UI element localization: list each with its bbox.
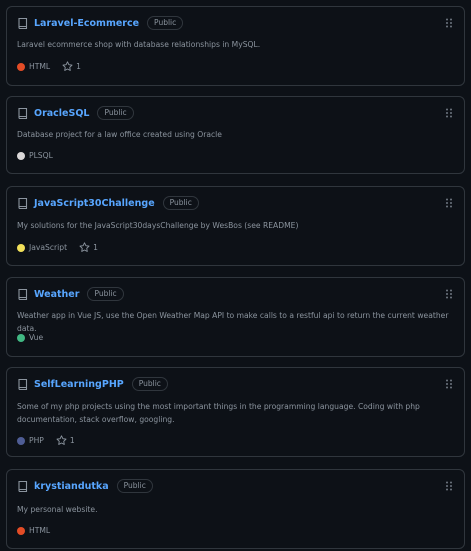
repo-card-header: JavaScript30Challenge Public xyxy=(17,196,199,210)
repo-card: SelfLearningPHP Public Some of my php pr… xyxy=(6,367,465,457)
stargazers-link[interactable]: 1 xyxy=(62,61,81,72)
repo-card: OracleSQL Public Database project for a … xyxy=(6,96,465,174)
repo-name-link[interactable]: JavaScript30Challenge xyxy=(34,198,155,209)
grip-icon[interactable] xyxy=(445,379,453,389)
repo-icon xyxy=(18,288,28,300)
star-count: 1 xyxy=(76,62,81,71)
repo-icon xyxy=(18,378,28,390)
visibility-badge: Public xyxy=(116,479,153,493)
repo-language: PHP xyxy=(29,436,44,445)
grip-icon[interactable] xyxy=(445,18,453,28)
visibility-badge: Public xyxy=(147,16,184,30)
repo-meta: HTML xyxy=(17,526,50,535)
star-icon xyxy=(62,61,73,71)
repo-description: My solutions for the JavaScript30daysCha… xyxy=(17,221,299,230)
repo-card: Weather Public Weather app in Vue JS, us… xyxy=(6,277,465,357)
repo-language: JavaScript xyxy=(29,243,68,252)
language-color-dot xyxy=(17,436,25,445)
repo-language: HTML xyxy=(29,62,51,71)
repo-card-header: SelfLearningPHP Public xyxy=(17,377,168,391)
repo-icon xyxy=(18,17,28,29)
repo-name-link[interactable]: Weather xyxy=(34,289,79,300)
repo-meta: PLSQL xyxy=(17,151,53,160)
repo-card-header: Weather Public xyxy=(17,287,124,301)
language-color-dot xyxy=(17,243,25,252)
star-count: 1 xyxy=(93,243,98,252)
repo-card-header: krystiandutka Public xyxy=(17,479,153,493)
star-icon xyxy=(79,242,90,252)
repo-icon xyxy=(18,480,28,492)
repo-description: My personal website. xyxy=(17,505,98,514)
visibility-badge: Public xyxy=(97,106,134,120)
repo-card: krystiandutka Public My personal website… xyxy=(6,469,465,549)
repo-description: Database project for a law office create… xyxy=(17,130,222,139)
language-color-dot xyxy=(17,526,25,535)
repo-language: PLSQL xyxy=(29,151,53,160)
repo-meta: JavaScript 1 xyxy=(17,242,98,253)
repo-language: HTML xyxy=(29,526,51,535)
grip-icon[interactable] xyxy=(445,481,453,491)
repo-name-link[interactable]: OracleSQL xyxy=(34,108,89,119)
stargazers-link[interactable]: 1 xyxy=(56,435,75,446)
repo-name-link[interactable]: krystiandutka xyxy=(34,481,109,492)
visibility-badge: Public xyxy=(87,287,124,301)
repo-description: Laravel ecommerce shop with database rel… xyxy=(17,40,261,49)
repo-meta: HTML 1 xyxy=(17,61,81,72)
grip-icon[interactable] xyxy=(445,289,453,299)
repo-meta: Vue xyxy=(17,333,43,342)
stargazers-link[interactable]: 1 xyxy=(79,242,98,253)
repo-card: Laravel-Ecommerce Public Laravel ecommer… xyxy=(6,6,465,86)
language-color-dot xyxy=(17,62,25,71)
repo-card: JavaScript30Challenge Public My solution… xyxy=(6,186,465,266)
grip-icon[interactable] xyxy=(445,198,453,208)
pinned-repositories-list: Laravel-Ecommerce Public Laravel ecommer… xyxy=(0,0,471,551)
repo-icon xyxy=(18,107,28,119)
repo-name-link[interactable]: Laravel-Ecommerce xyxy=(34,18,139,29)
repo-icon xyxy=(18,197,28,209)
repo-card-header: Laravel-Ecommerce Public xyxy=(17,16,184,30)
repo-name-link[interactable]: SelfLearningPHP xyxy=(34,379,124,390)
repo-description: Some of my php projects using the most i… xyxy=(17,402,420,424)
repo-description: Weather app in Vue JS, use the Open Weat… xyxy=(17,311,449,333)
visibility-badge: Public xyxy=(162,196,199,210)
grip-icon[interactable] xyxy=(445,108,453,118)
visibility-badge: Public xyxy=(131,377,168,391)
star-icon xyxy=(56,435,67,445)
language-color-dot xyxy=(17,151,25,160)
repo-meta: PHP 1 xyxy=(17,435,75,446)
language-color-dot xyxy=(17,333,25,342)
repo-card-header: OracleSQL Public xyxy=(17,106,134,120)
star-count: 1 xyxy=(69,436,75,445)
repo-language: Vue xyxy=(29,333,44,342)
